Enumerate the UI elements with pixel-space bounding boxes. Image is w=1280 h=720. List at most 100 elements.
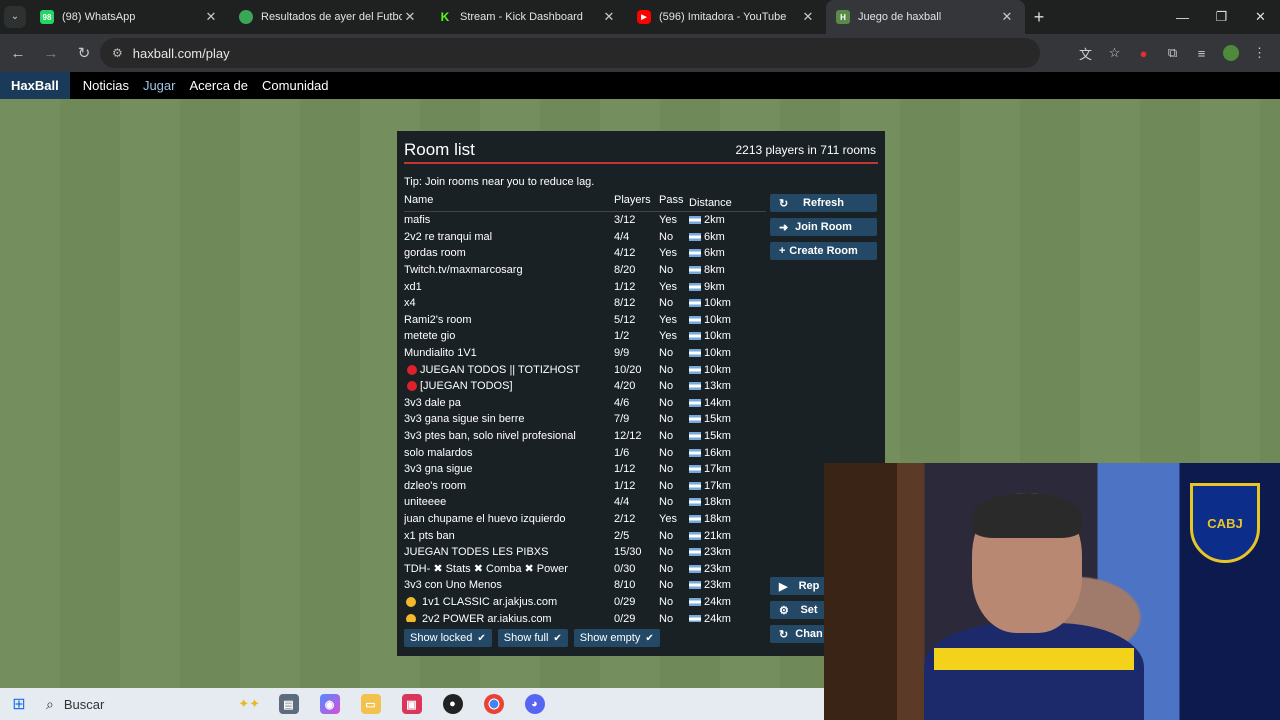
col-distance[interactable]: Distance <box>689 194 766 211</box>
show-full-toggle[interactable]: Show full ✔ <box>497 629 568 647</box>
nav-jugar[interactable]: Jugar <box>136 78 183 93</box>
table-row[interactable]: metete gio 1/2 Yes 10km <box>404 328 766 345</box>
table-row[interactable]: 3v3 dale pa 4/6 No 14km <box>404 395 766 412</box>
table-row[interactable]: 3v3 gana sigue sin berre 7/9 No 15km <box>404 411 766 428</box>
table-row[interactable]: Twitch.tv/maxmarcosarg 8/20 No 8km <box>404 262 766 279</box>
table-row[interactable]: 3v3 ptes ban, solo nivel profesional 12/1… <box>404 428 766 445</box>
table-row[interactable]: JUEGAN TODOS || TOTIZHOST 10/20 No 10km <box>404 361 766 378</box>
table-row[interactable]: mafis 3/12 Yes 2km <box>404 212 766 229</box>
new-tab-button[interactable]: + <box>1025 0 1053 34</box>
close-tab-icon[interactable]: ✕ <box>800 9 816 25</box>
join-room-button[interactable]: ➜ Join Room <box>770 218 877 236</box>
room-name: juan chupame el huevo izquierdo <box>404 512 566 525</box>
discord-icon[interactable]: ◕ <box>514 688 555 720</box>
tab-search-menu[interactable]: ⌄ <box>0 0 30 34</box>
close-window-icon[interactable]: ✕ <box>1241 0 1280 34</box>
forward-button[interactable]: → <box>36 38 66 68</box>
translate-icon[interactable]: 文 <box>1071 38 1100 68</box>
room-distance: 24km <box>689 596 766 608</box>
table-row[interactable]: juan chupame el huevo izquierdo 2/12 Yes 18… <box>404 511 766 528</box>
change-nick-button[interactable]: ↻ Chan <box>770 625 830 643</box>
profile-avatar[interactable] <box>1216 38 1245 68</box>
restore-icon[interactable]: ❐ <box>1202 0 1241 34</box>
nav-comunidad[interactable]: Comunidad <box>255 78 336 93</box>
copilot-icon[interactable]: ◉ <box>309 688 350 720</box>
table-row[interactable]: uniteeee 4/4 No 18km <box>404 494 766 511</box>
col-pass[interactable]: Pass <box>659 194 689 211</box>
nav-acerca[interactable]: Acerca de <box>182 78 255 93</box>
room-name: Twitch.tv/maxmarcosarg <box>404 264 523 277</box>
show-empty-toggle[interactable]: Show empty ✔ <box>573 629 660 647</box>
tab-kick[interactable]: K Stream - Kick Dashboard ✕ <box>428 0 627 34</box>
close-tab-icon[interactable]: ✕ <box>203 9 219 25</box>
col-players[interactable]: Players <box>614 194 659 211</box>
red-dot-icon <box>407 381 417 392</box>
taskbar-search[interactable]: ⌕ Buscar ✦✦ <box>38 688 268 720</box>
browser-toolbar: ← → ↻ ⚙ haxball.com/play 文 ☆ ● ⧉ ≡ ⋮ <box>0 34 1280 72</box>
table-row[interactable]: Rami2's room 5/12 Yes 10km <box>404 312 766 329</box>
webcam-shirt-stripe <box>934 648 1134 670</box>
table-row[interactable]: [JUEGAN TODOS] 4/20 No 13km <box>404 378 766 395</box>
windows-start-icon[interactable]: ⊞ <box>0 688 38 720</box>
kebab-menu-icon[interactable]: ⋮ <box>1245 38 1274 68</box>
table-row[interactable]: 2v2 POWER ar.jakjus.com 0/29 No 24km <box>404 610 766 622</box>
close-tab-icon[interactable]: ✕ <box>601 9 617 25</box>
close-tab-icon[interactable]: ✕ <box>402 9 418 25</box>
site-info-icon[interactable]: ⚙ <box>112 46 123 60</box>
bookmark-star-icon[interactable]: ☆ <box>1100 38 1129 68</box>
tab-whatsapp[interactable]: 98 (98) WhatsApp ✕ <box>30 0 229 34</box>
back-button[interactable]: ← <box>3 38 33 68</box>
address-bar[interactable]: ⚙ haxball.com/play <box>100 38 1040 68</box>
argentina-flag-icon <box>689 266 701 275</box>
settings-button[interactable]: ⚙ Set <box>770 601 830 619</box>
close-tab-icon[interactable]: ✕ <box>999 9 1015 25</box>
table-row[interactable]: dzleo's room 1/12 No 17km <box>404 478 766 495</box>
table-row[interactable]: 3v3 gna sigue 1/12 No 17km <box>404 461 766 478</box>
table-row[interactable]: x4 8/12 No 10km <box>404 295 766 312</box>
table-row[interactable]: gordas room 4/12 Yes 6km <box>404 245 766 262</box>
yellow-dot-icon <box>406 613 416 622</box>
table-row[interactable]: Mundialito 1V1 9/9 No 10km <box>404 345 766 362</box>
create-room-button[interactable]: + Create Room <box>770 242 877 260</box>
site-navbar: HaxBall Noticias Jugar Acerca de Comunid… <box>0 72 1280 99</box>
room-distance: 10km <box>689 297 766 309</box>
table-row[interactable]: JUEGAN TODES LES PIBXS 15/30 No 23km <box>404 544 766 561</box>
table-row[interactable]: x1 pts ban 2/5 No 21km <box>404 527 766 544</box>
table-row[interactable]: TDH- ✖ Stats ✖ Comba ✖ Power 0/30 No 23km <box>404 560 766 577</box>
room-name: x4 <box>404 297 416 310</box>
site-brand[interactable]: HaxBall <box>0 72 70 99</box>
argentina-flag-icon <box>689 398 701 407</box>
col-name[interactable]: Name <box>404 194 614 211</box>
room-distance: 9km <box>689 281 766 293</box>
room-players: 4/4 <box>614 496 630 509</box>
table-row[interactable]: 2v2 re tranqui mal 4/4 No 6km <box>404 229 766 246</box>
table-row[interactable]: 3v3 con Uno Menos 8/10 No 23km <box>404 577 766 594</box>
tab-resultados[interactable]: Resultados de ayer del Futbol A ✕ <box>229 0 428 34</box>
tab-haxball[interactable]: H Juego de haxball ✕ <box>826 0 1025 34</box>
room-pass: No <box>659 264 674 277</box>
room-distance: 21km <box>689 530 766 542</box>
task-view-icon[interactable]: ▤ <box>268 688 309 720</box>
room-pass: No <box>659 463 674 476</box>
room-pass: Yes <box>659 313 677 326</box>
minimize-icon[interactable]: — <box>1163 0 1202 34</box>
table-row[interactable]: xd1 1/12 Yes 9km <box>404 278 766 295</box>
tab-title: Resultados de ayer del Futbol A <box>261 11 402 23</box>
app-red-icon[interactable]: ▣ <box>391 688 432 720</box>
nav-noticias[interactable]: Noticias <box>76 78 136 93</box>
room-table[interactable]: Name Players Pass Distance mafis 3/12 Yes 2… <box>404 194 766 622</box>
replays-button[interactable]: ▶ Rep <box>770 577 830 595</box>
media-icon[interactable]: ≡ <box>1187 38 1216 68</box>
chrome-icon[interactable] <box>473 688 514 720</box>
table-row[interactable]: 1v1 CLASSIC ar.jakjus.com 0/29 No 24km <box>404 594 766 611</box>
extension-record-icon[interactable]: ● <box>1129 38 1158 68</box>
obs-icon[interactable]: ● <box>432 688 473 720</box>
file-explorer-icon[interactable]: ▭ <box>350 688 391 720</box>
show-locked-toggle[interactable]: Show locked ✔ <box>404 629 492 647</box>
extensions-icon[interactable]: ⧉ <box>1158 38 1187 68</box>
argentina-flag-icon <box>689 448 701 457</box>
refresh-button[interactable]: ↻ Refresh <box>770 194 877 212</box>
reload-button[interactable]: ↻ <box>69 38 99 68</box>
table-row[interactable]: solo malardos 1/6 No 16km <box>404 444 766 461</box>
tab-youtube[interactable]: ▶ (596) Imitadora - YouTube ✕ <box>627 0 826 34</box>
